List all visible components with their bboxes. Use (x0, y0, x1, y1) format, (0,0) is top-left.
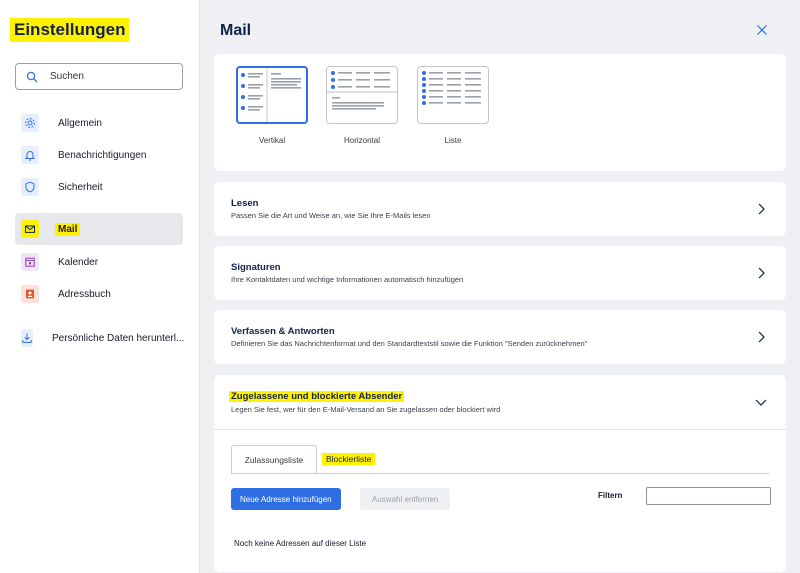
layout-option-horizontal[interactable]: Horizontal (326, 66, 398, 145)
bell-icon (21, 146, 39, 164)
download-icon (21, 329, 33, 347)
sidebar-item-sicherheit[interactable]: Sicherheit (15, 171, 183, 203)
layout-option-vertical[interactable]: Vertikal (236, 66, 308, 145)
layout-horizontal-thumbnail (326, 66, 398, 124)
sidebar-item-label: Allgemein (58, 117, 102, 129)
search-icon (26, 69, 42, 85)
section-allowed-blocked-senders: Zugelassene und blockierte Absender Lege… (214, 375, 786, 572)
sidebar-item-allgemein[interactable]: Allgemein (15, 107, 183, 139)
section-lesen[interactable]: Lesen Passen Sie die Art und Weise an, w… (214, 182, 786, 236)
sidebar-item-adressbuch[interactable]: Adressbuch (15, 278, 183, 310)
layout-vertical-thumbnail (236, 66, 308, 124)
page-title: Mail (220, 22, 252, 39)
search-placeholder: Suchen (50, 71, 84, 82)
tab-zulassungsliste[interactable]: Zulassungsliste (231, 445, 317, 473)
section-verfassen-antworten[interactable]: Verfassen & Antworten Definieren Sie das… (214, 310, 786, 364)
sidebar-item-label: Adressbuch (58, 288, 111, 300)
sidebar-item-label: Persönliche Daten herunterl... (52, 332, 185, 344)
settings-sidebar: Einstellungen Suchen Allgemein Benachric… (0, 0, 200, 573)
filter-label: Filtern (598, 491, 623, 500)
layout-option-label: Horizontal (343, 136, 380, 145)
sidebar-item-download-data[interactable]: Persönliche Daten herunterl... (15, 322, 185, 354)
chevron-right-icon (754, 330, 768, 344)
sidebar-item-kalender[interactable]: Kalender (15, 246, 183, 278)
calendar-icon (21, 253, 39, 271)
filter-input[interactable] (646, 487, 771, 505)
section-description: Definieren Sie das Nachrichtenformat und… (231, 339, 588, 348)
search-input[interactable]: Suchen (15, 63, 183, 90)
layout-list-thumbnail (417, 66, 489, 124)
section-title: Verfassen & Antworten (231, 326, 335, 337)
section-title: Signaturen (231, 262, 281, 273)
tab-divider (231, 473, 769, 474)
sidebar-item-label: Sicherheit (58, 181, 103, 193)
tab-blockierliste[interactable]: Blockierliste (322, 445, 376, 473)
layout-option-label: Liste (444, 136, 462, 145)
layout-option-label: Vertikal (258, 136, 286, 145)
main-panel: Mail Vertikal Horizontal Liste Lesen Pas… (200, 0, 800, 573)
sidebar-title: Einstellungen (10, 18, 130, 42)
gear-icon (21, 114, 39, 132)
sidebar-item-benachrichtigungen[interactable]: Benachrichtigungen (15, 139, 183, 171)
section-title[interactable]: Zugelassene und blockierte Absender (229, 391, 405, 402)
address-book-icon (21, 285, 39, 303)
section-description: Passen Sie die Art und Weise an, wie Sie… (231, 211, 431, 220)
layout-card: Vertikal Horizontal Liste (214, 54, 786, 171)
section-title: Lesen (231, 198, 259, 209)
empty-list-message: Noch keine Adressen auf dieser Liste (234, 539, 367, 548)
chevron-right-icon (754, 202, 768, 216)
tab-label: Blockierliste (322, 453, 376, 465)
chevron-down-icon[interactable] (754, 395, 768, 409)
sidebar-item-label: Kalender (58, 256, 99, 268)
mail-icon (21, 220, 39, 238)
sidebar-item-label: Mail (55, 222, 81, 236)
section-signaturen[interactable]: Signaturen Ihre Kontaktdaten und wichtig… (214, 246, 786, 300)
chevron-right-icon (754, 266, 768, 280)
tab-label: Zulassungsliste (244, 454, 304, 465)
divider (214, 429, 786, 430)
remove-selection-button: Auswahl entfernen (360, 488, 451, 510)
close-icon (756, 23, 768, 41)
layout-option-list[interactable]: Liste (417, 66, 489, 145)
shield-icon (21, 178, 39, 196)
sidebar-item-label: Benachrichtigungen (58, 149, 147, 161)
add-address-button[interactable]: Neue Adresse hinzufügen (231, 488, 341, 510)
section-description: Legen Sie fest, wer für den E-Mail-Versa… (231, 405, 501, 414)
sidebar-item-mail[interactable]: Mail (15, 213, 183, 245)
close-button[interactable] (752, 22, 772, 42)
section-description: Ihre Kontaktdaten und wichtige Informati… (231, 275, 464, 284)
